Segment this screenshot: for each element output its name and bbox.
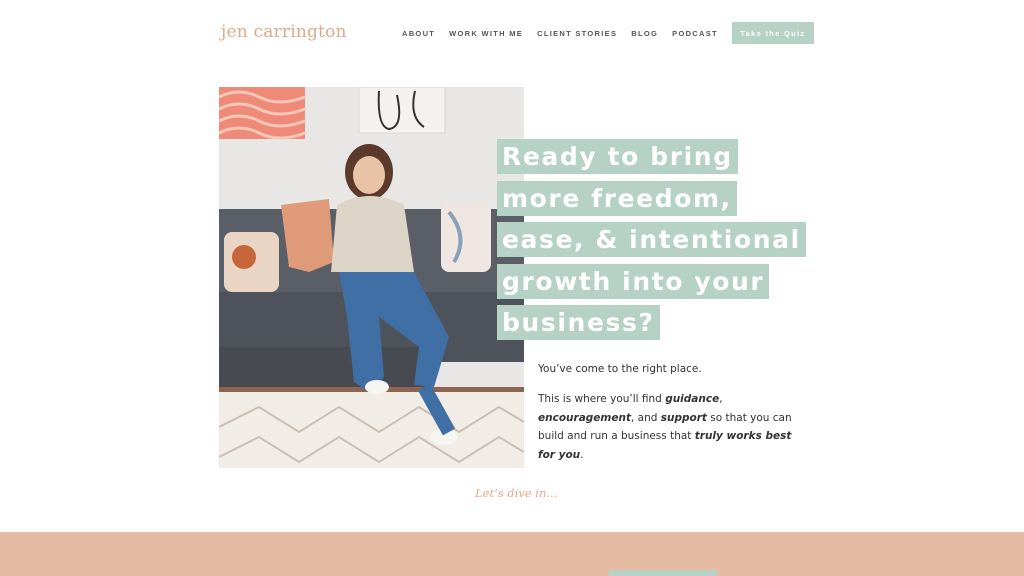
nav-client-stories[interactable]: Client Stories xyxy=(537,29,617,38)
section-button[interactable] xyxy=(609,570,717,576)
hero-intro: You’ve come to the right place. This is … xyxy=(538,360,800,476)
intro-emphasis: encouragement xyxy=(538,411,631,424)
hero-headline: Ready to bring more freedom, ease, & int… xyxy=(497,139,806,347)
intro-text: , and xyxy=(630,411,661,424)
hero-photo-illustration xyxy=(219,87,524,468)
nav-work-with-me[interactable]: Work with me xyxy=(449,29,523,38)
intro-text: , xyxy=(719,392,723,405)
intro-emphasis: support xyxy=(660,411,707,424)
intro-text: . xyxy=(580,449,584,462)
headline-line: Ready to bring xyxy=(497,139,738,174)
main-nav: About Work with me Client Stories Blog P… xyxy=(402,22,814,44)
intro-paragraph-2: This is where you’ll find guidance, enco… xyxy=(538,390,800,465)
headline-line: ease, & intentional xyxy=(497,222,806,257)
intro-text: This is where you’ll find xyxy=(538,392,666,405)
hero-photo xyxy=(219,87,524,468)
headline-line: more freedom, xyxy=(497,180,737,216)
site-logo[interactable]: jen carrington xyxy=(221,22,347,42)
headline-line: business? xyxy=(497,305,660,340)
next-section-band xyxy=(0,532,1024,576)
intro-paragraph-1: You’ve come to the right place. xyxy=(538,363,702,375)
dive-in-label: Let’s dive in... xyxy=(475,486,558,500)
nav-about[interactable]: About xyxy=(402,29,435,38)
nav-podcast[interactable]: Podcast xyxy=(672,29,718,38)
nav-blog[interactable]: Blog xyxy=(631,29,658,38)
take-quiz-button[interactable]: Take the Quiz xyxy=(731,22,814,44)
intro-emphasis: guidance xyxy=(665,392,720,405)
headline-line: growth into your xyxy=(497,263,770,299)
